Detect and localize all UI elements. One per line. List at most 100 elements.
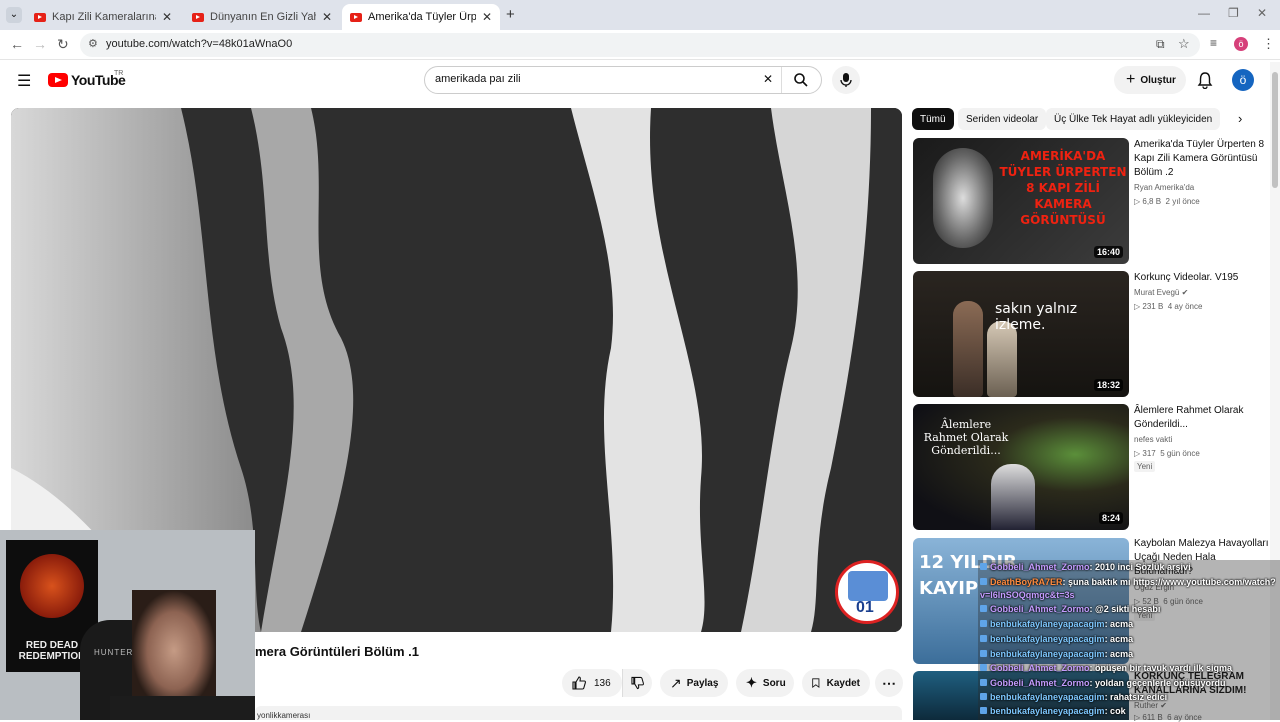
recommendation-stats: ▷ 6,8 B 2 yıl önce <box>1134 197 1200 206</box>
recommendation-thumbnail[interactable]: sakın yalnız izleme. 18:32 <box>913 271 1129 397</box>
description-box[interactable]: yonlikkamerası <box>255 706 902 720</box>
search-box[interactable]: amerikada paı zili ✕ <box>424 66 822 94</box>
chip-uploader[interactable]: Üç Ülke Tek Hayat adlı yükleyiciden <box>1046 108 1221 130</box>
logo-text: 01 <box>856 599 874 616</box>
chat-user: Gobbeli_Ahmet_Zormo <box>990 678 1090 688</box>
back-icon[interactable]: ← <box>10 36 24 52</box>
recommendation-thumbnail[interactable]: AMERİKA'DA TÜYLER ÜRPERTEN 8 KAPI ZİLİ K… <box>913 138 1129 264</box>
url-text[interactable]: youtube.com/watch?v=48k01aWnaO0 <box>106 38 292 50</box>
recommendation-title[interactable]: Amerika'da Tüyler Ürperten 8 Kapı Zili K… <box>1134 138 1274 180</box>
hamburger-menu-icon[interactable]: ☰ <box>17 71 31 91</box>
streamer-face <box>132 590 216 700</box>
search-icon[interactable] <box>793 72 809 88</box>
recommendation-thumbnail[interactable]: Âlemlere Rahmet Olarak Gönderildi... 8:2… <box>913 404 1129 530</box>
close-tab-icon[interactable]: ✕ <box>162 10 172 24</box>
thumb-figure <box>933 148 993 248</box>
ask-button[interactable]: ✦ Soru <box>736 669 794 697</box>
chat-user: Gobbeli_Ahmet_Zormo <box>990 604 1090 614</box>
chat-message: v=l6lnSOQqmgc&t=3s <box>980 590 1276 604</box>
chat-user: Gobbeli_Ahmet_Zormo <box>990 663 1090 673</box>
bookmark-icon <box>812 678 820 689</box>
chat-text: : acma <box>1104 634 1134 644</box>
tab-search-chevron-icon[interactable]: ⌄ <box>6 7 22 23</box>
chat-text: : @2 sikti hesabı <box>1089 604 1161 614</box>
chat-badge-icon <box>980 664 987 671</box>
close-tab-icon[interactable]: ✕ <box>482 10 492 24</box>
like-button[interactable]: 136 <box>562 669 622 697</box>
save-label: Kaydet <box>826 677 860 689</box>
thumb-figure <box>953 301 983 397</box>
clear-search-icon[interactable]: ✕ <box>763 72 773 86</box>
chat-message: benbukafaylaneyapacagim: acma <box>980 649 1276 663</box>
chat-user: benbukafaylaneyapacagim <box>990 692 1105 702</box>
browser-menu-icon[interactable]: ⋮ <box>1262 36 1275 52</box>
close-window-icon[interactable]: ✕ <box>1257 6 1267 20</box>
monitor-edge <box>110 696 255 720</box>
site-info-icon[interactable]: ⚙ <box>88 37 98 50</box>
chat-badge-icon <box>980 693 987 700</box>
browser-tab-3-active[interactable]: Amerika'da Tüyler Ürperten Ka ✕ <box>342 4 500 30</box>
chat-badge-icon <box>980 563 987 570</box>
sparkle-icon: ✦ <box>746 675 757 690</box>
thumb-overlay-text: AMERİKA'DA TÜYLER ÜRPERTEN 8 KAPI ZİLİ K… <box>999 149 1127 227</box>
ask-label: Soru <box>762 677 786 689</box>
chat-text: : cok <box>1104 706 1126 716</box>
youtube-logo-icon[interactable] <box>48 73 68 87</box>
tab-title: Amerika'da Tüyler Ürperten Ka <box>368 11 476 23</box>
minimize-icon[interactable]: — <box>1198 6 1210 20</box>
more-actions-icon[interactable]: ⋯ <box>875 669 903 697</box>
webcam-overlay: RED DEAD REDEMPTION HUNTER <box>0 530 255 720</box>
channel-watermark-logo: 01 <box>835 560 899 624</box>
create-button[interactable]: + Oluştur <box>1114 66 1186 94</box>
bookmark-star-icon[interactable]: ☆ <box>1178 36 1190 52</box>
chat-message: Gobbeli_Ahmet_Zormo: @2 sikti hesabı <box>980 604 1276 618</box>
duration-badge: 16:40 <box>1093 246 1123 258</box>
chat-badge-icon <box>980 605 987 612</box>
profile-avatar[interactable]: ö <box>1234 37 1248 51</box>
chat-message: Gobbeli_Ahmet_Zormo: 2010 inci Sözlük ar… <box>980 562 1276 576</box>
country-code: TR <box>114 70 124 77</box>
thumb-figure <box>991 464 1035 530</box>
chat-user: DeathBoyRA7ER <box>990 577 1063 587</box>
youtube-favicon-icon <box>192 12 204 22</box>
save-button[interactable]: Kaydet <box>802 669 870 697</box>
omnibox[interactable]: ⚙ youtube.com/watch?v=48k01aWnaO0 ⧉ ☆ <box>80 33 1200 57</box>
reading-list-icon[interactable]: ≡ <box>1210 36 1217 50</box>
age: 4 ay önce <box>1167 302 1203 311</box>
install-app-icon[interactable]: ⧉ <box>1156 37 1165 52</box>
close-tab-icon[interactable]: ✕ <box>322 10 332 24</box>
thumbs-down-icon <box>631 676 644 690</box>
new-badge: Yeni <box>1134 461 1156 472</box>
recommendation-channel[interactable]: Ryan Amerika'da <box>1134 183 1194 192</box>
recommendation-title[interactable]: Korkunç Videolar. V195 <box>1134 271 1274 285</box>
recommendation-title[interactable]: Âlemlere Rahmet Olarak Gönderildi... <box>1134 404 1274 432</box>
maximize-icon[interactable]: ❐ <box>1228 6 1239 20</box>
chevron-right-icon[interactable]: › <box>1238 111 1242 126</box>
chat-badge-icon <box>980 707 987 714</box>
browser-tab-1[interactable]: Kapı Zili Kameralarına Yansıyan ✕ <box>26 4 180 30</box>
share-button[interactable]: ↗ Paylaş <box>660 669 728 697</box>
chip-series[interactable]: Seriden videolar <box>958 108 1047 130</box>
chat-text: : acma <box>1104 619 1134 629</box>
poster-sun <box>20 554 84 618</box>
notifications-bell-icon[interactable] <box>1197 71 1213 89</box>
chat-text: : yoldan geçenlerle öpüşüyordu <box>1089 678 1226 688</box>
voice-search-button[interactable] <box>832 66 860 94</box>
recommendation-channel[interactable]: nefes vakti <box>1134 435 1172 444</box>
chat-user: Gobbeli_Ahmet_Zormo <box>990 562 1090 572</box>
chat-badge-icon <box>980 578 987 585</box>
chat-message: benbukafaylaneyapacagim: rahatsız edici <box>980 692 1276 706</box>
forward-icon[interactable]: → <box>33 36 47 52</box>
reload-icon[interactable]: ↻ <box>57 36 69 53</box>
search-input[interactable]: amerikada paı zili <box>435 73 521 85</box>
chip-all[interactable]: Tümü <box>912 108 954 130</box>
chat-message: benbukafaylaneyapacagim: cok <box>980 706 1276 720</box>
account-avatar[interactable]: ö <box>1232 69 1254 91</box>
dislike-button[interactable] <box>622 669 652 697</box>
browser-tab-2[interactable]: Dünyanın En Gizli Yahudi Toplu ✕ <box>184 4 340 30</box>
plus-icon: + <box>1126 71 1136 88</box>
search-divider <box>781 67 782 93</box>
recommendation-channel: Murat Evegü <box>1134 288 1180 297</box>
new-tab-icon[interactable]: + <box>506 6 515 23</box>
recommendation-channel-row[interactable]: Murat Evegü ✔ <box>1134 288 1188 297</box>
